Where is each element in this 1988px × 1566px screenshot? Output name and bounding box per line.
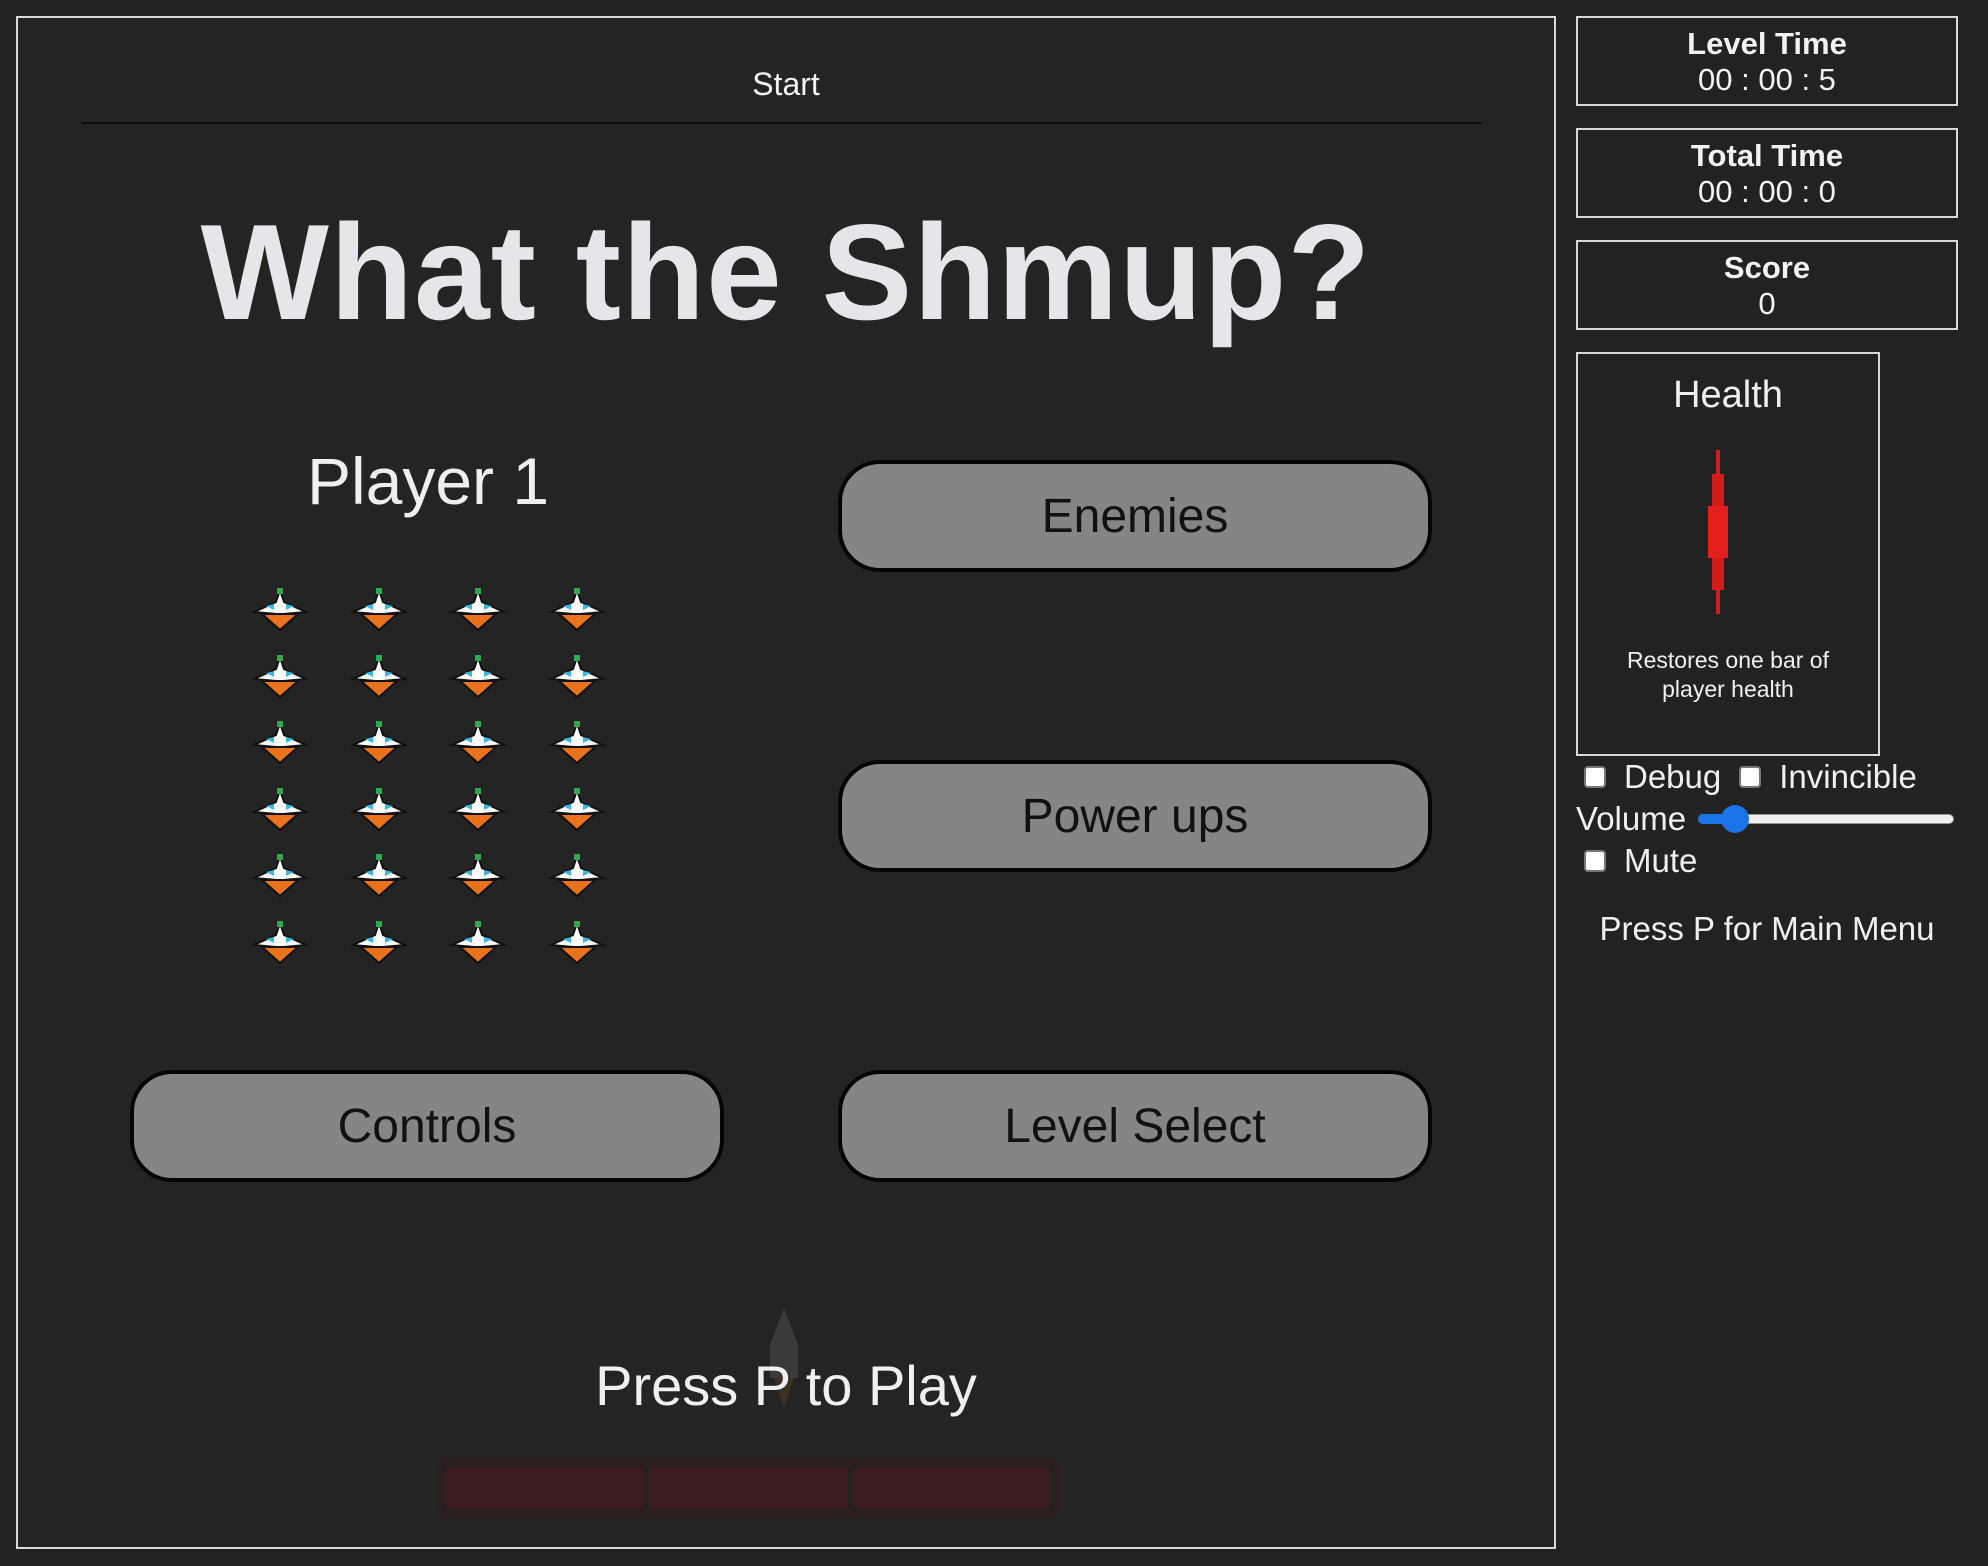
- health-segment: [446, 1468, 644, 1508]
- player-ship-icon: [349, 717, 448, 784]
- player-ship-icon: [448, 784, 547, 851]
- header-divider: [82, 122, 1482, 124]
- level-time-value: 00 : 00 : 5: [1698, 61, 1836, 97]
- volume-slider-thumb[interactable]: [1720, 805, 1749, 833]
- game-canvas[interactable]: Start What the Shmup? Player 1 Enemies P…: [16, 16, 1556, 1549]
- debug-checkbox[interactable]: [1584, 766, 1606, 788]
- player-ship-icon: [547, 784, 646, 851]
- powerup-info-card: Health Restores one bar of player health: [1576, 352, 1880, 756]
- debug-label: Debug: [1624, 758, 1722, 795]
- total-time-label: Total Time: [1690, 138, 1844, 173]
- player-ship-icon: [349, 584, 448, 651]
- player-ship-icon: [448, 850, 547, 917]
- score-label: Score: [1723, 250, 1811, 285]
- powerup-description: Restores one bar of player health: [1626, 647, 1829, 702]
- volume-slider[interactable]: [1698, 801, 1955, 837]
- health-segment: [852, 1468, 1050, 1508]
- total-time-panel: Total Time 00 : 00 : 0: [1576, 128, 1958, 218]
- player-ship-icon: [349, 651, 448, 718]
- player-ship-icon: [250, 717, 349, 784]
- player-ship-grid: [250, 584, 630, 984]
- powerup-title: Health: [1673, 374, 1783, 416]
- score-value: 0: [1758, 285, 1776, 321]
- player-ship-icon: [250, 651, 349, 718]
- health-segment: [649, 1468, 847, 1508]
- invincible-checkbox[interactable]: [1739, 766, 1762, 788]
- debug-options-row: Debug Invincible: [1584, 758, 1917, 796]
- controls-button[interactable]: Controls: [130, 1070, 724, 1182]
- level-select-button[interactable]: Level Select: [838, 1070, 1432, 1182]
- mute-label: Mute: [1624, 842, 1698, 879]
- player-ship-icon: [448, 651, 547, 718]
- player-ship-icon: [547, 651, 646, 718]
- mute-checkbox[interactable]: [1584, 850, 1606, 872]
- player-ship-icon: [250, 784, 349, 851]
- player-ship-icon: [448, 917, 547, 984]
- player-ship-icon: [547, 917, 646, 984]
- level-label: Start: [752, 66, 820, 102]
- game-title: What the Shmup?: [200, 196, 1372, 348]
- player-ship-icon: [250, 850, 349, 917]
- player-label: Player 1: [306, 444, 550, 518]
- power-ups-button[interactable]: Power ups: [838, 760, 1432, 872]
- player-ship-icon: [349, 784, 448, 851]
- volume-row: Volume: [1576, 800, 1955, 838]
- score-panel: Score 0: [1576, 240, 1958, 330]
- player-ship-icon: [547, 850, 646, 917]
- enemies-button[interactable]: Enemies: [838, 460, 1432, 572]
- level-time-label: Level Time: [1687, 26, 1847, 61]
- player-ship-icon: [547, 717, 646, 784]
- player-ship-icon: [349, 917, 448, 984]
- health-bar-icon: [1706, 450, 1730, 619]
- player-ship-icon: [250, 917, 349, 984]
- player-ship-icon: [250, 584, 349, 651]
- main-menu-hint: Press P for Main Menu: [1599, 910, 1935, 947]
- level-time-panel: Level Time 00 : 00 : 5: [1576, 16, 1958, 106]
- player-health-bar: [438, 1458, 1058, 1518]
- press-play-prompt: Press P to Play: [595, 1354, 977, 1417]
- total-time-value: 00 : 00 : 0: [1698, 173, 1836, 209]
- player-ship-icon: [448, 584, 547, 651]
- player-ship-icon: [547, 584, 646, 651]
- volume-label: Volume: [1576, 800, 1687, 837]
- player-ship-icon: [349, 850, 448, 917]
- invincible-label: Invincible: [1779, 758, 1917, 795]
- player-ship-icon: [448, 717, 547, 784]
- mute-row: Mute: [1584, 842, 1697, 880]
